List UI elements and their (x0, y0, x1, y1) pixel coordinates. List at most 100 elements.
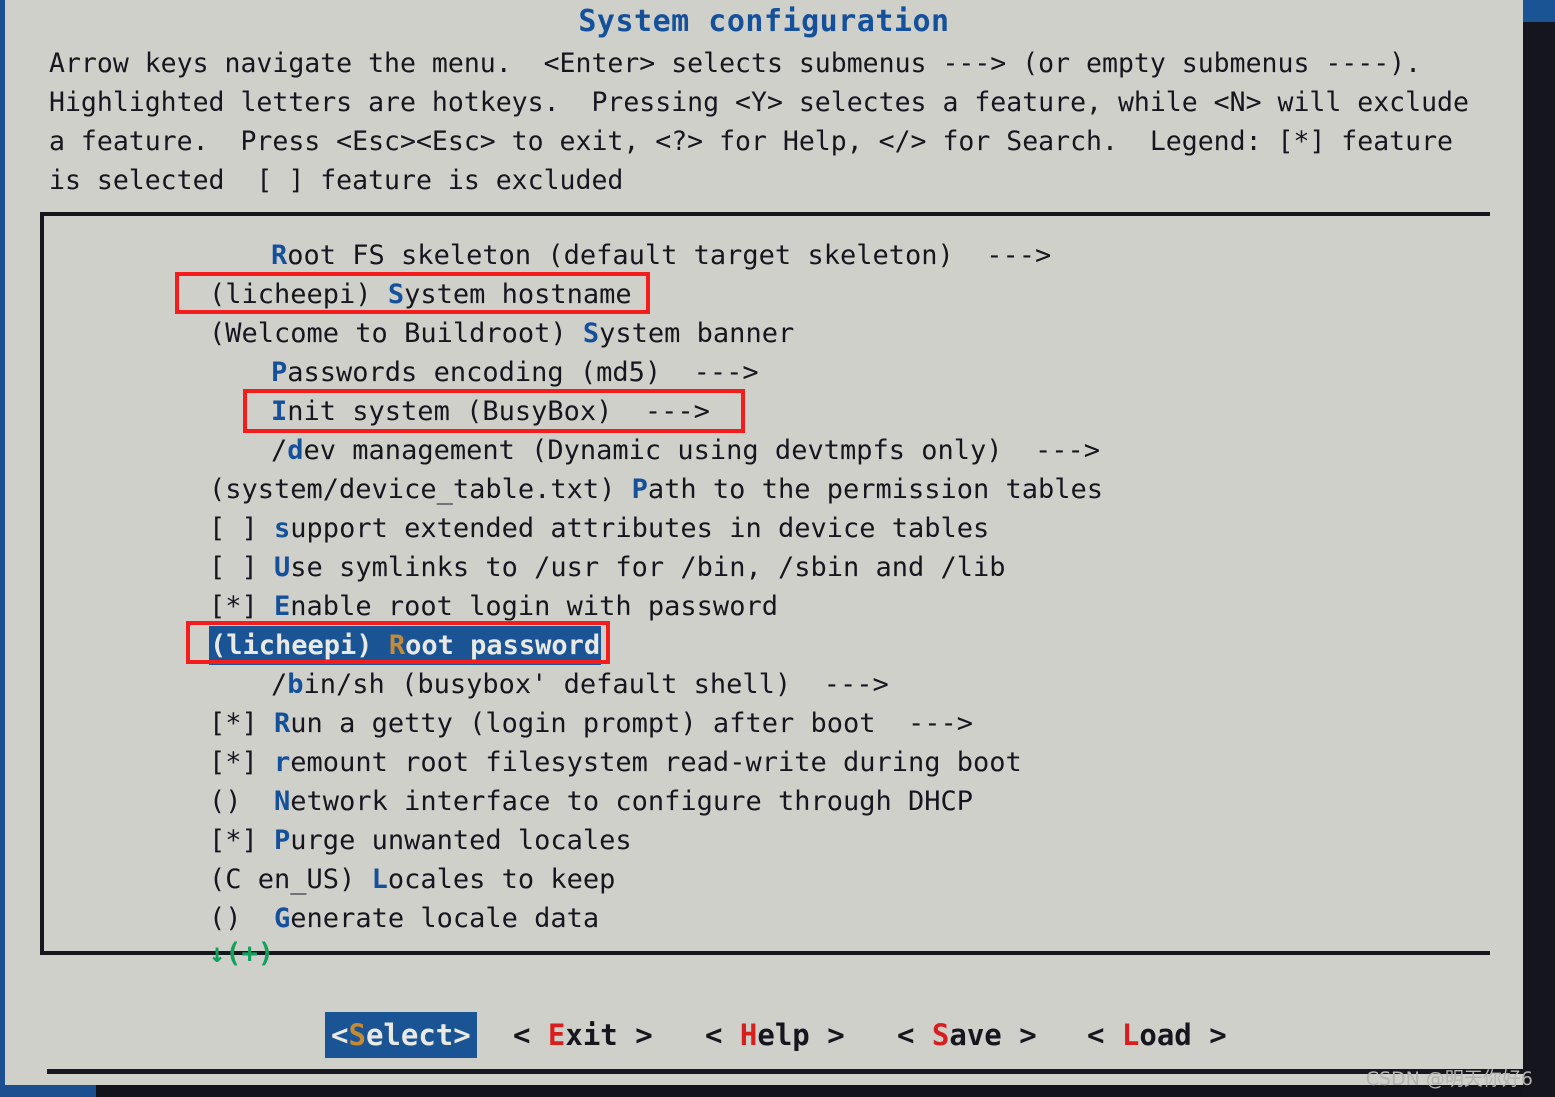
menu-item-label: [*] Enable root login with password (209, 587, 778, 626)
menu-item[interactable]: Init system (BusyBox) ---> (209, 392, 1489, 431)
button-label: xit > (565, 1018, 653, 1052)
menu-item-prefix: (C en_US) (209, 864, 372, 895)
menu-item-text: ystem hostname (404, 279, 632, 310)
menu-item-label: /bin/sh (busybox' default shell) ---> (209, 665, 889, 704)
menu-item[interactable]: [*] Run a getty (login prompt) after boo… (209, 704, 1489, 743)
menu-item-prefix: [*] (209, 708, 275, 739)
menu-item-text: ystem banner (599, 318, 795, 349)
menu-item[interactable]: [*] Enable root login with password (209, 587, 1489, 626)
menu-item-text: in/sh (busybox' default shell) ---> (303, 669, 889, 700)
menu-item-text: oot FS skeleton (default target skeleton… (287, 240, 1052, 271)
menu-item[interactable]: () Generate locale data (209, 899, 1489, 938)
menu-item[interactable]: [ ] Use symlinks to /usr for /bin, /sbin… (209, 548, 1489, 587)
button-prefix: < (513, 1018, 548, 1052)
button-prefix: < (1087, 1018, 1122, 1052)
menu-item[interactable]: (C en_US) Locales to keep (209, 860, 1489, 899)
load-button[interactable]: < Load > (1087, 1012, 1227, 1058)
menu-item-text: nable root login with password (290, 591, 778, 622)
menu-item-label: (system/device_table.txt) Path to the pe… (209, 470, 1103, 509)
button-hotkey: H (739, 1018, 758, 1052)
menu-item[interactable]: Root FS skeleton (default target skeleto… (209, 236, 1489, 275)
menu-item[interactable]: [*] Purge unwanted locales (209, 821, 1489, 860)
menu-item-hotkey: d (287, 435, 304, 466)
button-label: ave > (949, 1018, 1037, 1052)
menu-item-label: Init system (BusyBox) ---> (209, 392, 710, 431)
menu-item-prefix: () (209, 786, 275, 817)
menu-item-prefix: / (271, 435, 288, 466)
menu-item-hotkey: S (582, 318, 600, 349)
menu-item-text: enerate locale data (290, 903, 600, 934)
button-hotkey: E (547, 1018, 566, 1052)
menu-item-label: (Welcome to Buildroot) System banner (209, 314, 794, 353)
button-bar[interactable]: <Select> < Exit > < Help > < Save > < Load > (5, 1012, 1523, 1060)
button-hotkey: S (931, 1018, 950, 1052)
scroll-more-indicator: ↓(+) (209, 938, 275, 969)
menu-item-prefix: [ ] (209, 513, 275, 544)
menu-item-hotkey: L (371, 864, 388, 895)
menu-item-prefix: / (271, 669, 288, 700)
menu-item-text: se symlinks to /usr for /bin, /sbin and … (290, 552, 1006, 583)
menu-item-hotkey: G (274, 903, 291, 934)
menu-item-prefix: [*] (209, 825, 275, 856)
right-gutter (1523, 0, 1555, 1097)
button-hotkey: S (348, 1018, 366, 1052)
menu-item-label: (licheepi) Root password (209, 626, 602, 665)
menu-item-hotkey: s (274, 513, 291, 544)
menu-item-hotkey: P (631, 474, 648, 505)
menu-item[interactable]: [ ] support extended attributes in devic… (209, 509, 1489, 548)
menu-list[interactable]: Root FS skeleton (default target skeleto… (209, 236, 1489, 938)
menu-item[interactable]: /bin/sh (busybox' default shell) ---> (209, 665, 1489, 704)
menu-item[interactable]: () Network interface to configure throug… (209, 782, 1489, 821)
menu-item-prefix: (Welcome to Buildroot) (209, 318, 583, 349)
menu-item-hotkey: P (274, 825, 291, 856)
menu-item-label: [*] remount root filesystem read-write d… (209, 743, 1022, 782)
menu-item-text: nit system (BusyBox) ---> (287, 396, 710, 427)
menu-item[interactable]: (licheepi) Root password (209, 626, 1489, 665)
menu-item-text: asswords encoding (md5) ---> (287, 357, 759, 388)
menu-item-prefix: [ ] (209, 552, 275, 583)
menu-item-text: etwork interface to configure through DH… (290, 786, 974, 817)
help-button[interactable]: < Help > (705, 1012, 845, 1058)
menu-item-label: (C en_US) Locales to keep (209, 860, 615, 899)
menu-item-label: /dev management (Dynamic using devtmpfs … (209, 431, 1100, 470)
menu-item-text: ath to the permission tables (647, 474, 1104, 505)
menu-item-prefix: [*] (209, 591, 275, 622)
menu-item[interactable]: (Welcome to Buildroot) System banner (209, 314, 1489, 353)
menu-item-text: upport extended attributes in device tab… (290, 513, 990, 544)
bottom-divider (47, 1069, 1527, 1074)
menu-item-label: [*] Purge unwanted locales (209, 821, 632, 860)
help-instructions: Arrow keys navigate the menu. <Enter> se… (49, 48, 1485, 196)
menu-item[interactable]: [*] remount root filesystem read-write d… (209, 743, 1489, 782)
menu-item[interactable]: Passwords encoding (md5) ---> (209, 353, 1489, 392)
menu-item-hotkey: b (287, 669, 304, 700)
menu-item-hotkey: r (274, 747, 291, 778)
exit-button[interactable]: < Exit > (513, 1012, 653, 1058)
button-prefix: < (705, 1018, 740, 1052)
menu-item-hotkey: R (271, 240, 288, 271)
menu-item-hotkey: U (274, 552, 291, 583)
menu-item-label: () Network interface to configure throug… (209, 782, 973, 821)
select-button[interactable]: <Select> (325, 1012, 477, 1058)
button-label: elp > (757, 1018, 845, 1052)
menu-item-prefix: [*] (209, 747, 275, 778)
scrollbar-thumb[interactable] (1523, 0, 1555, 22)
menu-item-text: ev management (Dynamic using devtmpfs on… (303, 435, 1101, 466)
menu-item-text: un a getty (login prompt) after boot ---… (290, 708, 974, 739)
menu-item-label: [ ] Use symlinks to /usr for /bin, /sbin… (209, 548, 1006, 587)
menu-item-text: urge unwanted locales (290, 825, 632, 856)
menu-item-label: [*] Run a getty (login prompt) after boo… (209, 704, 973, 743)
save-button[interactable]: < Save > (897, 1012, 1037, 1058)
menu-item-hotkey: P (271, 357, 288, 388)
menu-item-prefix: (system/device_table.txt) (209, 474, 632, 505)
menu-item-label: () Generate locale data (209, 899, 599, 938)
button-label: elect> (365, 1018, 471, 1052)
menu-item-hotkey: R (388, 630, 406, 661)
menu-item-text: oot password (405, 630, 601, 661)
menu-item[interactable]: (licheepi) System hostname (209, 275, 1489, 314)
menu-item[interactable]: (system/device_table.txt) Path to the pe… (209, 470, 1489, 509)
menu-item-hotkey: E (274, 591, 291, 622)
menu-item-label: Root FS skeleton (default target skeleto… (209, 236, 1051, 275)
watermark-label: CSDN @明天你好6 (1365, 1068, 1533, 1090)
button-prefix: < (331, 1018, 349, 1052)
menu-item[interactable]: /dev management (Dynamic using devtmpfs … (209, 431, 1489, 470)
